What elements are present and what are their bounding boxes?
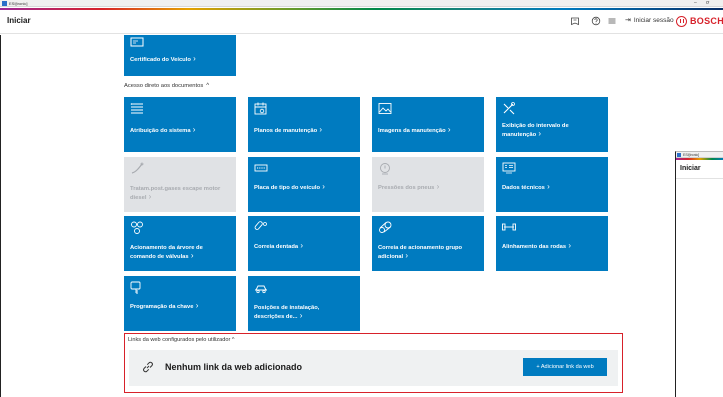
restore-icon[interactable]: ơ	[706, 0, 709, 7]
tire-pressure-icon	[380, 163, 390, 175]
chevron-right-icon: ›	[536, 129, 542, 138]
vehicle-certificate-icon	[130, 37, 144, 47]
secondary-window[interactable]: ESI[tronic] Iniciar	[675, 151, 723, 397]
tile-wheel-alignment[interactable]: Alinhamento das rodas ›	[496, 216, 608, 271]
menu-icon[interactable]	[607, 16, 617, 26]
tile-label: Pressões dos pneus ›	[378, 182, 440, 192]
tile-camshaft-drive[interactable]: Acionamento da árvore de comando de válv…	[124, 216, 236, 271]
tile-label: Programação da chave ›	[130, 301, 199, 311]
chevron-right-icon: ›	[544, 182, 550, 191]
tile-maintenance-interval[interactable]: Exibição do intervalo de manutenção ›	[496, 97, 608, 152]
chevron-right-icon: ›	[403, 251, 409, 260]
tile-label: Certificado do Veículo ›	[130, 54, 196, 64]
help-icon[interactable]	[591, 16, 601, 26]
tile-tire-pressure: Pressões dos pneus ›	[372, 157, 484, 212]
main-content: Certificado do Veículo › Acesso direto a…	[0, 35, 668, 397]
type-plate-icon	[254, 164, 268, 172]
tile-label: Exibição do intervalo de manutenção ›	[502, 123, 569, 138]
tile-diesel-exhaust: Tratam.post.gases escape motor diesel ›	[124, 157, 236, 212]
tile-maintenance-plans[interactable]: Planos de manutenção ›	[248, 97, 360, 152]
chevron-right-icon: ›	[297, 311, 303, 320]
web-links-panel: Links da web configurados pelo utilizado…	[124, 333, 623, 393]
tile-label: Planos de manutenção ›	[254, 125, 323, 135]
tile-label: Correia de acionamento grupo adicional ›	[378, 245, 463, 260]
bosch-armature-icon	[676, 15, 687, 27]
chevron-right-icon: ›	[566, 241, 571, 250]
tools-icon	[503, 102, 515, 115]
tile-label: Posições de instalação, descrições de...…	[254, 305, 320, 320]
chevron-right-icon: ›	[193, 301, 199, 310]
secondary-header: Iniciar	[676, 160, 723, 179]
image-icon	[378, 103, 392, 114]
login-label: Iniciar sessão	[633, 17, 674, 24]
brand-logo: BOSCH	[676, 14, 723, 28]
web-links-empty-state: Nenhum link da web adicionado + Adiciona…	[129, 350, 618, 386]
chevron-up-icon: ^	[206, 83, 210, 89]
camshaft-icon	[131, 221, 143, 234]
tile-technical-data[interactable]: Dados técnicos ›	[496, 157, 608, 212]
chevron-right-icon: ›	[146, 192, 152, 201]
exhaust-icon	[131, 162, 144, 174]
technical-data-icon	[502, 162, 516, 174]
chevron-right-icon: ›	[445, 125, 451, 134]
tile-label: Placa de tipo do veículo ›	[254, 182, 325, 192]
login-arrow-icon: ⇥	[625, 17, 631, 24]
tile-label: Alinhamento das rodas ›	[502, 241, 571, 251]
key-programming-icon	[130, 281, 141, 294]
tile-vehicle-certificate[interactable]: Certificado do Veículo ›	[124, 35, 236, 76]
chevron-right-icon: ›	[298, 241, 304, 250]
chevron-right-icon: ›	[188, 251, 194, 260]
empty-state-text: Nenhum link da web adicionado	[165, 362, 303, 372]
section-title: Acesso direto aos documentos	[124, 83, 204, 89]
chevron-up-icon: ^	[231, 337, 235, 343]
chevron-right-icon: ›	[320, 182, 325, 191]
tile-label: Acionamento da árvore de comando de válv…	[130, 245, 203, 260]
tile-installation-positions[interactable]: Posições de instalação, descrições de...…	[248, 276, 360, 331]
chevron-right-icon: ›	[190, 125, 196, 134]
tile-system-assignment[interactable]: Atribuição do sistema ›	[124, 97, 236, 152]
app-icon	[677, 153, 681, 157]
wheel-alignment-icon	[502, 223, 516, 231]
brand-name: BOSCH	[690, 16, 723, 26]
chevron-right-icon: ›	[434, 182, 440, 191]
tile-maintenance-images[interactable]: Imagens da manutenção ›	[372, 97, 484, 152]
tile-label: Atribuição do sistema ›	[130, 125, 196, 135]
tile-key-programming[interactable]: Programação da chave ›	[124, 276, 236, 331]
tile-timing-belt[interactable]: Correia dentada ›	[248, 216, 360, 271]
chevron-right-icon: ›	[317, 125, 323, 134]
link-icon	[143, 361, 153, 373]
web-links-header[interactable]: Links da web configurados pelo utilizado…	[128, 337, 235, 343]
add-web-link-button[interactable]: + Adicionar link da web	[523, 358, 607, 376]
calendar-gear-icon	[254, 102, 267, 115]
installation-position-icon	[255, 285, 267, 294]
os-title-bar: ESI[tronic] – ơ	[0, 0, 723, 7]
minimize-icon[interactable]: –	[694, 0, 697, 7]
tile-label: Imagens da manutenção ›	[378, 125, 451, 135]
drive-belt-icon	[379, 221, 392, 233]
tile-auxiliary-drive-belt[interactable]: Correia de acionamento grupo adicional ›	[372, 216, 484, 271]
bookmark-icon[interactable]	[570, 16, 580, 26]
app-header: Iniciar ⇥ Iniciar sessão BOSCH	[0, 10, 723, 34]
app-icon	[2, 1, 7, 6]
tile-vehicle-type-plate[interactable]: Placa de tipo do veículo ›	[248, 157, 360, 212]
tile-label: Correia dentada ›	[254, 241, 304, 251]
timing-belt-icon	[254, 221, 267, 230]
section-title: Links da web configurados pelo utilizado…	[128, 337, 231, 343]
list-icon	[130, 103, 143, 114]
login-link[interactable]: ⇥ Iniciar sessão	[625, 16, 674, 26]
secondary-page-title: Iniciar	[680, 165, 701, 172]
chevron-right-icon: ›	[190, 54, 196, 63]
os-window-title: ESI[tronic]	[9, 1, 28, 6]
tile-label: Dados técnicos ›	[502, 182, 550, 192]
tile-label: Tratam.post.gases escape motor diesel ›	[130, 186, 221, 201]
page-title: Iniciar	[7, 16, 31, 25]
direct-access-header[interactable]: Acesso direto aos documentos ^	[124, 83, 209, 89]
